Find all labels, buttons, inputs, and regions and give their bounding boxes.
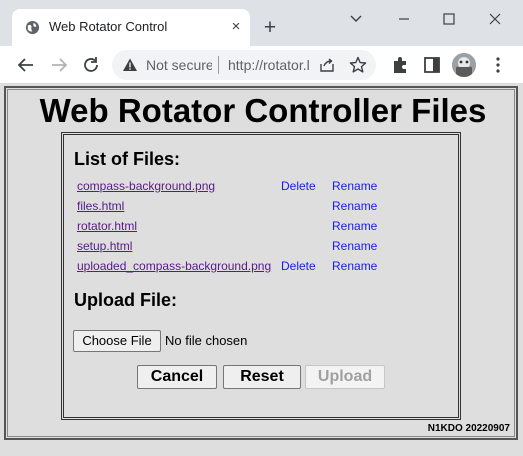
delete-link[interactable]: Delete bbox=[281, 179, 316, 193]
page-title: Web Rotator Controller Files bbox=[39, 92, 487, 129]
rename-link[interactable]: Rename bbox=[332, 219, 377, 233]
globe-icon bbox=[25, 20, 40, 35]
chevron-down-icon[interactable] bbox=[343, 6, 369, 32]
avatar[interactable] bbox=[452, 53, 476, 77]
upload-title: Upload File: bbox=[74, 290, 177, 310]
avatar-image-icon bbox=[452, 53, 476, 77]
file-link[interactable]: uploaded_compass-background.png bbox=[77, 259, 271, 273]
rename-link[interactable]: Rename bbox=[332, 239, 377, 253]
back-arrow-icon[interactable] bbox=[14, 53, 38, 77]
no-file-label: No file chosen bbox=[165, 333, 248, 348]
url-text[interactable]: http://rotator.local/files.html bbox=[228, 57, 310, 73]
menu-icon[interactable] bbox=[486, 53, 510, 77]
minimize-icon[interactable] bbox=[391, 6, 417, 32]
rename-link[interactable]: Rename bbox=[332, 199, 377, 213]
version-label: N1KDO 20220907 bbox=[427, 423, 510, 434]
address-bar[interactable]: Not secure http://rotator.local/files.ht… bbox=[112, 50, 376, 80]
page-body: Web Rotator Controller Files List of Fil… bbox=[4, 86, 518, 440]
omnibox-divider bbox=[218, 56, 219, 74]
warning-icon[interactable] bbox=[122, 57, 138, 73]
reload-icon[interactable] bbox=[79, 53, 103, 77]
rename-link[interactable]: Rename bbox=[332, 179, 377, 193]
sidebar-icon[interactable] bbox=[420, 53, 444, 77]
tab-title: Web Rotator Control bbox=[49, 19, 168, 34]
share-icon[interactable] bbox=[318, 56, 336, 74]
delete-link[interactable]: Delete bbox=[281, 259, 316, 273]
file-link[interactable]: compass-background.png bbox=[77, 179, 215, 193]
browser-toolbar: Not secure http://rotator.local/files.ht… bbox=[0, 46, 523, 84]
new-tab-button[interactable]: + bbox=[259, 17, 281, 39]
tab-web-rotator-control[interactable]: Web Rotator Control × bbox=[12, 9, 250, 46]
browser-window: Web Rotator Control × + Not secure http:… bbox=[0, 0, 523, 456]
list-title: List of Files: bbox=[74, 149, 181, 169]
close-window-icon[interactable] bbox=[482, 6, 508, 32]
maximize-icon[interactable] bbox=[436, 6, 462, 32]
forward-arrow-icon[interactable] bbox=[47, 53, 71, 77]
cancel-button[interactable]: Cancel bbox=[137, 365, 217, 389]
extensions-icon[interactable] bbox=[388, 53, 412, 77]
file-link[interactable]: setup.html bbox=[77, 239, 132, 253]
tab-close-icon[interactable]: × bbox=[226, 17, 246, 37]
choose-file-button[interactable]: Choose File bbox=[73, 330, 161, 352]
file-link[interactable]: rotator.html bbox=[77, 219, 137, 233]
tab-strip: Web Rotator Control × + bbox=[0, 0, 523, 46]
rename-link[interactable]: Rename bbox=[332, 259, 377, 273]
reset-button[interactable]: Reset bbox=[223, 365, 301, 389]
page-frame: Web Rotator Controller Files List of Fil… bbox=[7, 89, 515, 437]
file-link[interactable]: files.html bbox=[77, 199, 124, 213]
security-label[interactable]: Not secure bbox=[146, 57, 212, 73]
upload-button[interactable]: Upload bbox=[305, 365, 385, 389]
star-icon[interactable] bbox=[348, 55, 368, 75]
files-panel: List of Files: compass-background.png De… bbox=[61, 132, 461, 420]
